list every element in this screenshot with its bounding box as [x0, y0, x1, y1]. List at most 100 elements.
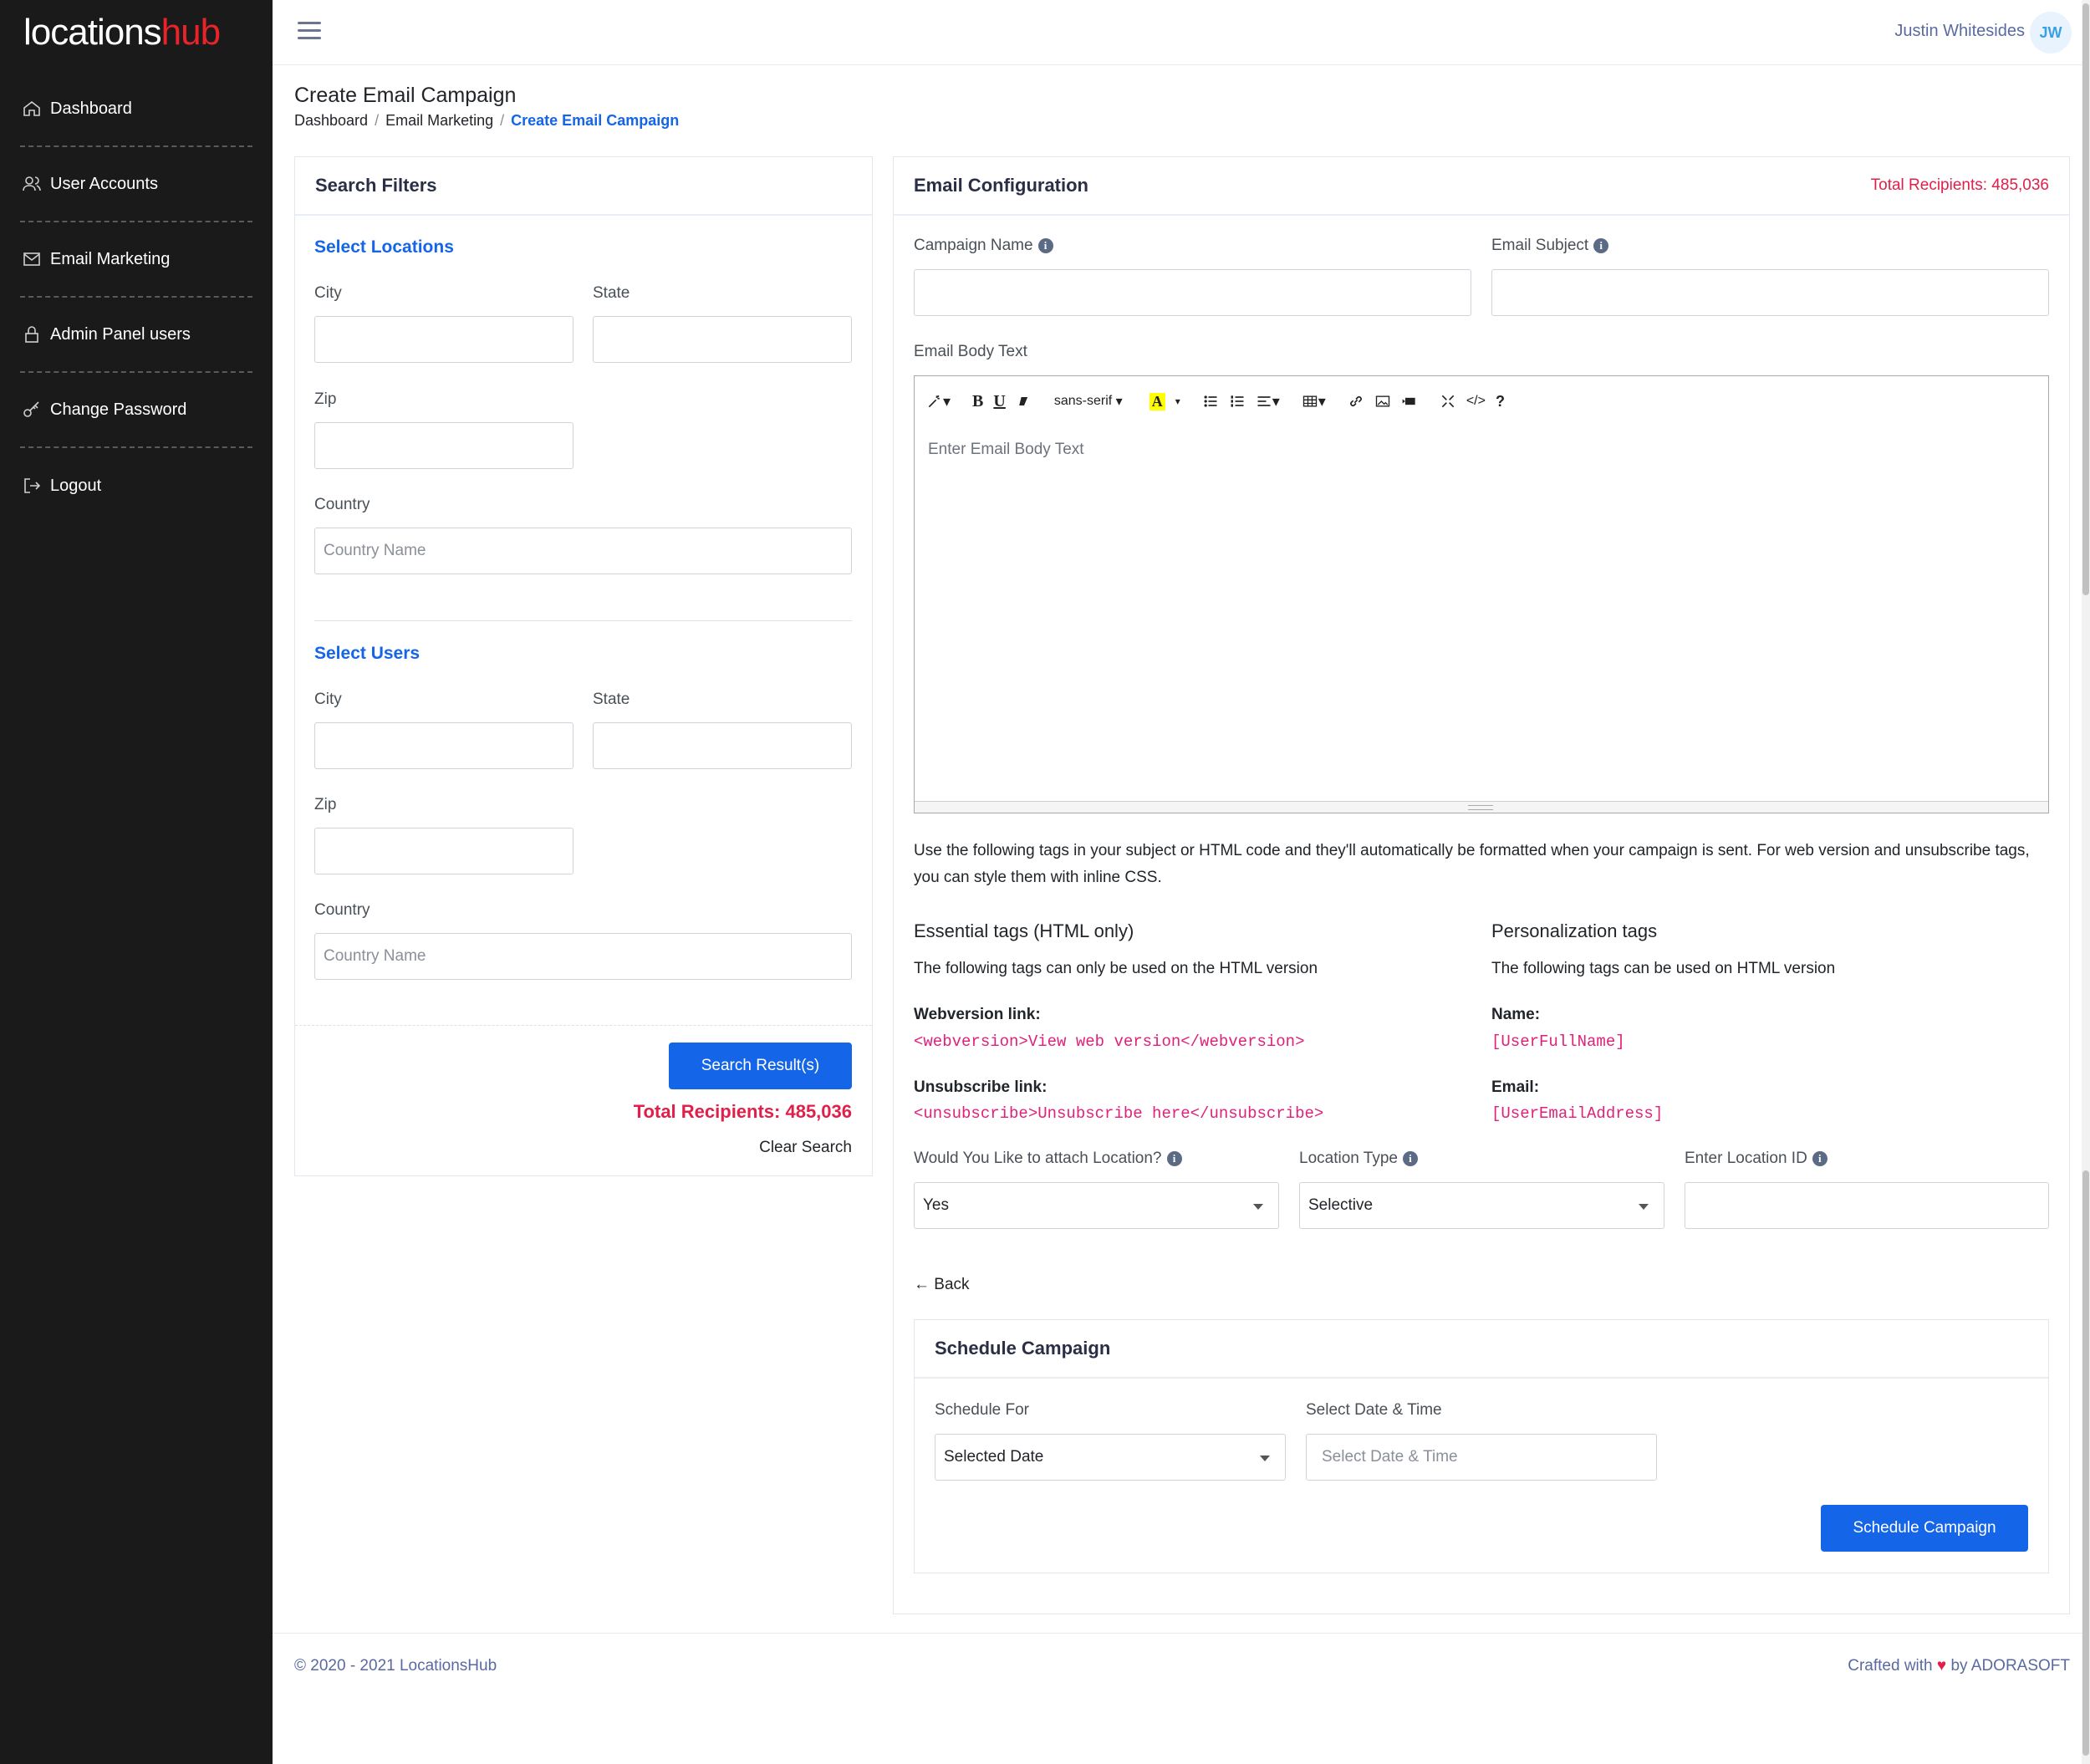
bullet-list-icon[interactable] [1202, 389, 1219, 414]
chevron-down-icon [1639, 1204, 1649, 1210]
fullscreen-icon[interactable] [1440, 389, 1456, 414]
help-icon[interactable]: ? [1496, 389, 1505, 414]
user-name[interactable]: Justin Whitesides [1894, 22, 2025, 41]
logout-icon [20, 474, 43, 497]
date-time-input[interactable]: Select Date & Time [1306, 1434, 1657, 1481]
schedule-for-value: Selected Date [944, 1448, 1044, 1466]
personalization-tags-title: Personalization tags [1491, 920, 1658, 941]
user-zip-label: Zip [314, 796, 337, 813]
key-icon [20, 398, 43, 421]
back-link[interactable]: ← Back [914, 1276, 970, 1294]
ordered-list-icon[interactable] [1229, 389, 1246, 414]
location-type-select[interactable]: Selective [1299, 1182, 1664, 1229]
unsubscribe-link-label: Unsubscribe link: [914, 1078, 1048, 1096]
sidebar-item-change-password[interactable]: Change Password [20, 373, 252, 448]
heart-icon: ♥ [1936, 1657, 1947, 1675]
search-filters-header: Search Filters [295, 157, 872, 216]
loc-city-label: City [314, 284, 342, 302]
footer-copyright: © 2020 - 2021 LocationsHub [294, 1657, 497, 1675]
info-icon[interactable]: i [1593, 237, 1609, 253]
loc-zip-input[interactable] [314, 422, 573, 469]
sidebar-item-user-accounts[interactable]: User Accounts [20, 147, 252, 222]
email-subject-input[interactable] [1491, 269, 2049, 316]
user-country-input[interactable]: Country Name [314, 933, 852, 980]
location-id-label-text: Enter Location ID [1685, 1150, 1807, 1167]
image-icon[interactable] [1374, 389, 1391, 414]
loc-country-input[interactable]: Country Name [314, 528, 852, 574]
eraser-icon[interactable] [1016, 389, 1032, 414]
attach-location-label-text: Would You Like to attach Location? [914, 1150, 1162, 1167]
campaign-name-label-text: Campaign Name [914, 237, 1033, 254]
sidebar-item-dashboard[interactable]: Dashboard [20, 72, 252, 147]
schedule-for-select[interactable]: Selected Date [935, 1434, 1286, 1481]
email-tag-label: Email: [1491, 1078, 1540, 1096]
search-filters-card: Search Filters [294, 156, 873, 1176]
text-color-icon[interactable]: A [1149, 389, 1165, 414]
email-configuration-header: Email Configuration Total Recipients: 48… [894, 157, 2069, 216]
scrollbar-thumb[interactable] [2082, 3, 2089, 595]
user-state-label: State [593, 691, 630, 708]
font-family-dropdown[interactable]: sans-serif ▾ [1054, 389, 1123, 414]
user-city-input[interactable] [314, 722, 573, 769]
loc-zip-label: Zip [314, 390, 337, 408]
attach-location-select[interactable]: Yes [914, 1182, 1279, 1229]
campaign-name-label: Campaign Name i [914, 237, 1053, 255]
search-results-button[interactable]: Search Result(s) [669, 1043, 852, 1089]
page-title: Create Email Campaign [294, 84, 517, 107]
footer [273, 1633, 2082, 1764]
schedule-for-label: Schedule For [935, 1401, 1030, 1419]
location-id-label: Enter Location ID i [1685, 1150, 1827, 1168]
config-total-recipients: Total Recipients: 485,036 [1870, 176, 2049, 194]
users-icon [20, 172, 43, 196]
magic-wand-icon[interactable]: ▾ [926, 389, 951, 414]
info-icon[interactable]: i [1037, 237, 1053, 253]
sidebar-item-email-marketing[interactable]: Email Marketing [20, 222, 252, 298]
info-icon[interactable]: i [1812, 1150, 1827, 1166]
loc-country-label: Country [314, 496, 370, 513]
webversion-link-label: Webversion link: [914, 1006, 1041, 1023]
table-icon[interactable]: ▾ [1302, 389, 1326, 414]
footer-credits-post[interactable]: by ADORASOFT [1950, 1657, 2070, 1675]
clear-search-link[interactable]: Clear Search [759, 1139, 852, 1157]
attach-location-label: Would You Like to attach Location? i [914, 1150, 1182, 1168]
location-type-label: Location Type i [1299, 1150, 1418, 1168]
loc-state-label: State [593, 284, 630, 302]
schedule-campaign-button[interactable]: Schedule Campaign [1821, 1505, 2028, 1552]
bold-icon[interactable]: B [972, 389, 983, 414]
loc-state-input[interactable] [593, 316, 852, 363]
info-icon[interactable]: i [1166, 1150, 1182, 1166]
user-zip-input[interactable] [314, 828, 573, 874]
campaign-name-input[interactable] [914, 269, 1471, 316]
user-state-input[interactable] [593, 722, 852, 769]
app-root: locationshub Dashboard User Accounts Ema… [0, 0, 2090, 1764]
menu-toggle-icon[interactable] [298, 22, 321, 43]
brand-logo-part2: hub [161, 12, 221, 53]
brand-logo[interactable]: locationshub [23, 12, 221, 54]
location-id-input[interactable] [1685, 1182, 2049, 1229]
align-icon[interactable]: ▾ [1256, 389, 1280, 414]
underline-icon[interactable]: U [993, 389, 1005, 414]
link-icon[interactable] [1348, 389, 1364, 414]
sidebar-item-admin-panel-users[interactable]: Admin Panel users [20, 298, 252, 373]
code-view-icon[interactable]: </> [1466, 389, 1486, 414]
chevron-down-icon [1260, 1456, 1270, 1461]
breadcrumb-email-marketing[interactable]: Email Marketing [385, 112, 493, 129]
email-body-editor[interactable]: ▾ B U sans-serif ▾ A ▾ ▾ ▾ </> ? Enter E… [914, 375, 2049, 813]
editor-resize-handle[interactable] [915, 801, 2048, 813]
select-users-title: Select Users [314, 644, 421, 663]
color-dropdown-icon[interactable]: ▾ [1175, 389, 1180, 414]
chevron-down-icon [1253, 1204, 1263, 1210]
sidebar-nav: Dashboard User Accounts Email Marketing … [20, 72, 252, 523]
sidebar-item-label: User Accounts [50, 174, 158, 193]
loc-city-input[interactable] [314, 316, 573, 363]
font-family-value: sans-serif [1053, 394, 1113, 408]
info-icon[interactable]: i [1402, 1150, 1418, 1166]
video-icon[interactable] [1401, 389, 1418, 414]
topbar: Justin Whitesides JW [273, 0, 2082, 65]
mail-icon [20, 247, 43, 271]
sidebar-item-logout[interactable]: Logout [20, 448, 252, 523]
scrollbar-thumb-secondary[interactable] [2082, 1170, 2089, 1756]
breadcrumb-dashboard[interactable]: Dashboard [294, 112, 368, 129]
name-tag-label: Name: [1491, 1006, 1541, 1023]
avatar[interactable]: JW [2030, 12, 2072, 54]
